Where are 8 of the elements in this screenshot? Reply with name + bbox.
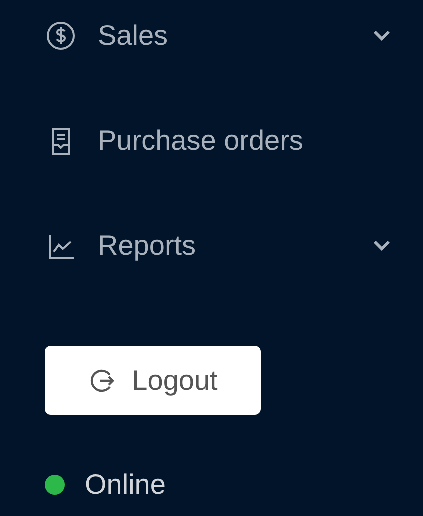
menu-item[interactable]: Purchase orders	[98, 127, 423, 155]
status-label: Online	[85, 471, 166, 499]
menu-item[interactable]: Sales	[98, 22, 373, 50]
dollar-icon	[45, 20, 77, 52]
chevron-down-icon[interactable]	[373, 240, 391, 252]
menu-item[interactable]: Reports	[98, 232, 373, 260]
logout-button[interactable]: Logout	[45, 346, 261, 415]
chevron-down-icon[interactable]	[373, 30, 391, 42]
